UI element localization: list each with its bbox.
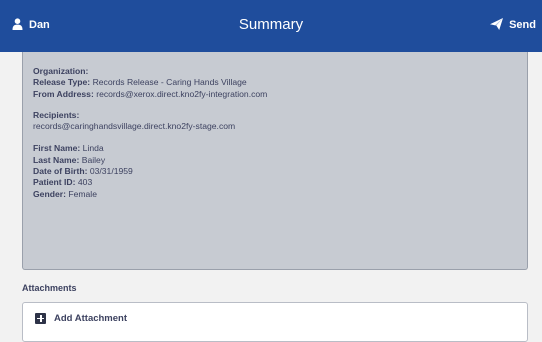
gender-row: Gender: Female bbox=[33, 189, 527, 200]
from-address-row: From Address: records@xerox.direct.kno2f… bbox=[33, 89, 527, 100]
dob-label: Date of Birth: bbox=[33, 166, 88, 177]
add-attachment-button[interactable]: Add Attachment bbox=[35, 313, 127, 324]
send-label: Send bbox=[509, 19, 536, 31]
attachments-box: Add Attachment bbox=[22, 302, 528, 342]
plus-square-icon bbox=[35, 313, 46, 324]
from-address-value: records@xerox.direct.kno2fy-integration.… bbox=[96, 88, 268, 99]
send-button[interactable]: Send bbox=[490, 15, 536, 35]
from-address-label: From Address: bbox=[33, 88, 94, 99]
gender-value: Female bbox=[68, 188, 97, 199]
first-name-label: First Name: bbox=[33, 143, 81, 154]
recipients-row: Recipients: bbox=[33, 110, 527, 121]
paper-plane-icon bbox=[490, 17, 504, 33]
last-name-label: Last Name: bbox=[33, 154, 80, 165]
organization-row: Organization: bbox=[33, 66, 527, 77]
top-bar: Dan Summary Send bbox=[0, 0, 542, 52]
recipients-label: Recipients: bbox=[33, 109, 80, 120]
last-name-value: Bailey bbox=[81, 154, 106, 165]
dob-value: 03/31/1959 bbox=[89, 166, 133, 177]
release-type-label: Release Type: bbox=[33, 77, 91, 88]
first-name-row: First Name: Linda bbox=[33, 143, 527, 154]
summary-card: Organization: Release Type: Records Rele… bbox=[22, 52, 528, 270]
dob-row: Date of Birth: 03/31/1959 bbox=[33, 166, 527, 177]
last-name-row: Last Name: Bailey bbox=[33, 155, 527, 166]
page-title: Summary bbox=[238, 16, 304, 33]
patient-id-row: Patient ID: 403 bbox=[33, 177, 527, 188]
gender-label: Gender: bbox=[33, 188, 66, 199]
release-type-value: Records Release - Caring Hands Village bbox=[92, 77, 247, 88]
recipients-value-row: records@caringhandsvillage.direct.kno2fy… bbox=[33, 121, 527, 132]
patient-id-value: 403 bbox=[77, 177, 93, 188]
release-type-row: Release Type: Records Release - Caring H… bbox=[33, 77, 527, 88]
recipients-value: records@caringhandsvillage.direct.kno2fy… bbox=[33, 121, 236, 132]
add-attachment-label: Add Attachment bbox=[54, 313, 128, 324]
organization-label: Organization: bbox=[33, 66, 89, 76]
patient-id-label: Patient ID: bbox=[33, 177, 76, 188]
first-name-value: Linda bbox=[82, 143, 104, 154]
attachments-heading: Attachments bbox=[22, 283, 77, 293]
